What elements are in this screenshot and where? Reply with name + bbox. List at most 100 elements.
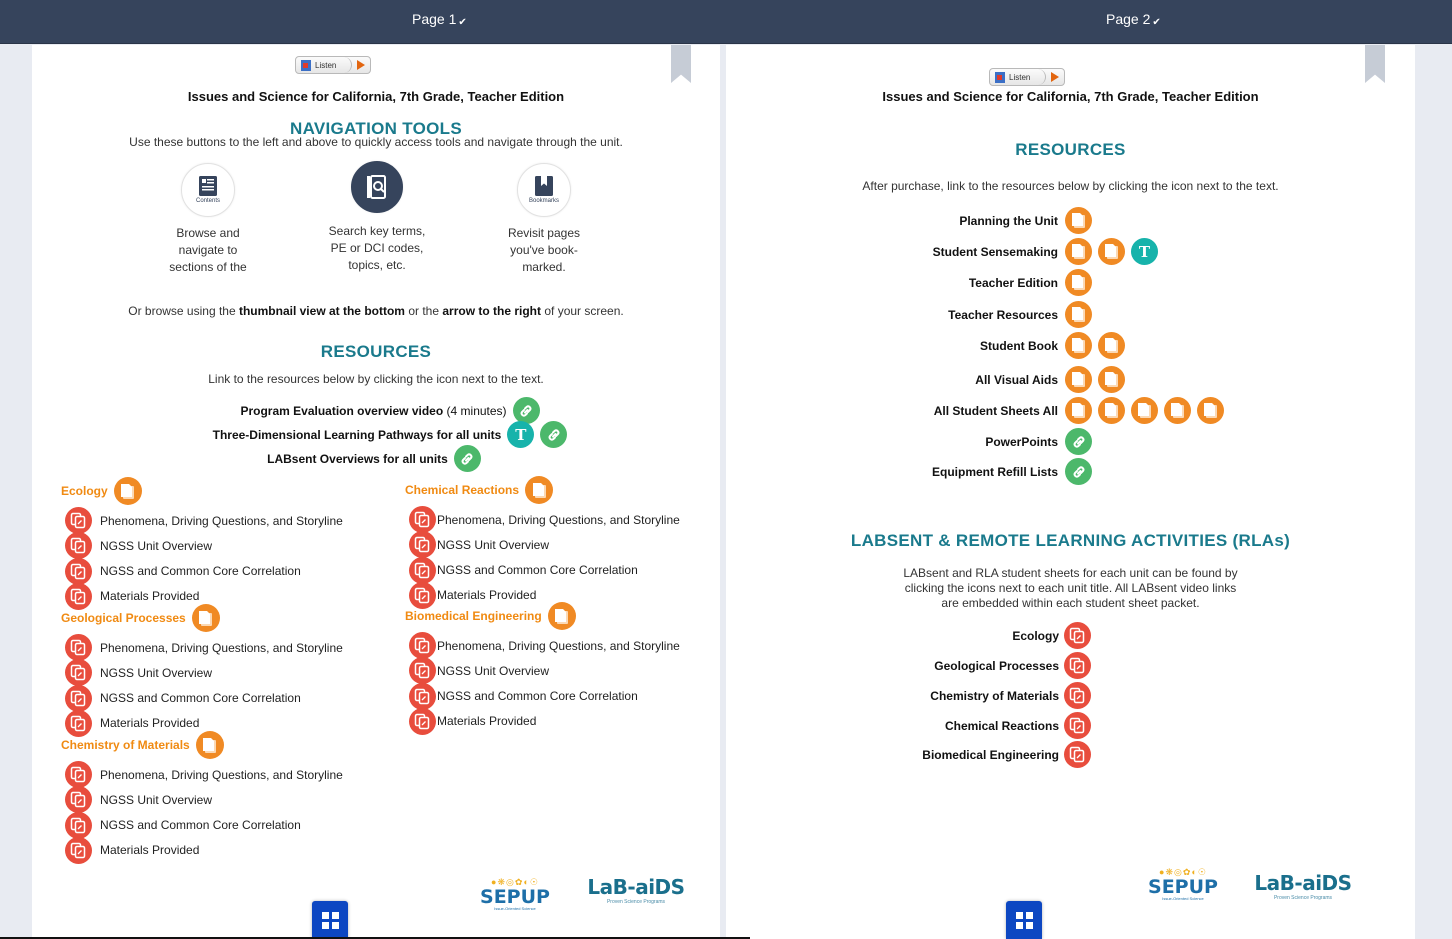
speaker-icon — [995, 71, 1005, 83]
student-sheet-icon[interactable] — [65, 634, 92, 661]
unit-resource-label: NGSS Unit Overview — [100, 665, 213, 680]
thumbnail-view-button[interactable] — [312, 901, 348, 939]
document-icon[interactable] — [1197, 397, 1224, 424]
resource-label: Equipment Refill Lists — [931, 464, 1058, 479]
labsent-unit-label: Chemistry of Materials — [930, 688, 1059, 703]
resource-label: Teacher Resources — [948, 307, 1058, 322]
teacher-resource-icon[interactable]: T — [507, 421, 535, 448]
resources-heading: RESOURCES — [1015, 140, 1126, 159]
link-icon[interactable] — [512, 397, 540, 424]
unit-resource-item: NGSS Unit Overview — [409, 531, 549, 559]
document-icon[interactable] — [1098, 332, 1125, 359]
document-title: Issues and Science for California, 7th G… — [187, 89, 565, 104]
document-icon[interactable] — [1065, 332, 1092, 359]
link-icon[interactable] — [1065, 458, 1092, 485]
link-icon[interactable] — [453, 445, 481, 472]
student-sheet-icon[interactable] — [1064, 741, 1091, 768]
student-sheet-icon[interactable] — [409, 632, 436, 659]
student-sheet-icon[interactable] — [65, 786, 92, 814]
unit-resource-label: NGSS and Common Core Correlation — [437, 689, 638, 704]
document-icon[interactable] — [195, 731, 224, 759]
document-icon[interactable] — [525, 476, 554, 504]
student-sheet-icon[interactable] — [1064, 622, 1091, 649]
resource-label: All Visual Aids — [975, 372, 1058, 387]
student-sheet-icon[interactable] — [1064, 652, 1091, 679]
unit-title[interactable]: Geological Processes — [61, 611, 186, 625]
student-sheet-icon[interactable] — [409, 531, 436, 559]
document-icon[interactable] — [1131, 397, 1158, 424]
bookmarks-button[interactable]: Bookmarks — [517, 163, 571, 217]
unit-resource-item: NGSS and Common Core Correlation — [65, 557, 301, 585]
listen-label: Listen — [1009, 72, 1031, 82]
student-sheet-icon[interactable] — [65, 532, 92, 560]
unit-title[interactable]: Ecology — [61, 484, 108, 498]
link-icon[interactable] — [540, 421, 568, 448]
unit-resource-label: NGSS and Common Core Correlation — [100, 691, 301, 706]
speaker-icon — [301, 59, 311, 71]
nav-tool-contents: Contents Browse and navigate to sections… — [143, 163, 273, 276]
unit-resource-label: NGSS and Common Core Correlation — [437, 563, 638, 578]
document-icon[interactable] — [1065, 301, 1092, 328]
student-sheet-icon[interactable] — [409, 707, 436, 735]
student-sheet-icon[interactable] — [65, 659, 92, 687]
document-icon[interactable] — [1065, 366, 1092, 393]
document-icon[interactable] — [1164, 397, 1191, 424]
bookmark-icon — [535, 176, 553, 196]
document-icon[interactable] — [1098, 397, 1125, 424]
listen-button[interactable]: Listen — [295, 56, 371, 74]
play-icon — [1051, 72, 1060, 82]
unit-heading: Biomedical Engineering — [405, 602, 576, 630]
link-icon[interactable] — [1065, 428, 1092, 455]
play-icon — [357, 60, 366, 70]
resources-intro: Link to the resources below by clicking … — [208, 372, 544, 386]
student-sheet-icon[interactable] — [65, 761, 92, 788]
bookmark-ribbon[interactable] — [671, 45, 691, 83]
student-sheet-icon[interactable] — [409, 506, 436, 533]
labsent-unit-row: Ecology — [729, 622, 1091, 649]
contents-button[interactable]: Contents — [181, 163, 235, 217]
thumbnail-view-button[interactable] — [1006, 901, 1042, 939]
search-button[interactable] — [351, 161, 403, 213]
document-icon[interactable] — [1098, 366, 1125, 393]
unit-title[interactable]: Chemical Reactions — [405, 483, 519, 497]
student-sheet-icon[interactable] — [409, 657, 436, 685]
labsent-heading: LABSENT & REMOTE LEARNING ACTIVITIES (RL… — [850, 531, 1291, 550]
document-icon[interactable] — [547, 602, 576, 630]
resource-link-row: LABsent Overviews for all units — [32, 445, 718, 472]
student-sheet-icon[interactable] — [65, 507, 92, 534]
page-2-selector[interactable]: Page 2 ✔ — [1106, 11, 1161, 28]
unit-heading: Chemical Reactions — [405, 476, 554, 504]
unit-title[interactable]: Biomedical Engineering — [405, 609, 542, 623]
document-icon[interactable] — [191, 604, 220, 632]
document-icon[interactable] — [1065, 238, 1092, 265]
document-icon[interactable] — [1098, 238, 1125, 265]
document-icon[interactable] — [1065, 397, 1092, 424]
listen-button[interactable]: Listen — [989, 68, 1065, 86]
document-icon[interactable] — [113, 477, 142, 505]
student-sheet-icon[interactable] — [409, 556, 436, 584]
unit-resource-item: NGSS Unit Overview — [65, 786, 213, 814]
student-sheet-icon[interactable] — [1064, 712, 1091, 739]
navigation-intro: Use these buttons to the left and above … — [129, 135, 623, 149]
unit-title[interactable]: Chemistry of Materials — [61, 738, 190, 752]
sepup-logo: ●❋◎✿◐☉ SEPUP Issue-Oriented Science — [1148, 867, 1218, 901]
unit-resource-label: NGSS Unit Overview — [100, 792, 213, 807]
teacher-resource-icon[interactable]: T — [1131, 238, 1158, 265]
bookmark-ribbon[interactable] — [1365, 45, 1385, 83]
document-icon[interactable] — [1065, 269, 1092, 296]
browse-instructions: Or browse using the thumbnail view at th… — [128, 304, 624, 318]
student-sheet-icon[interactable] — [65, 557, 92, 585]
unit-resource-item: Materials Provided — [409, 707, 536, 735]
student-sheet-icon[interactable] — [65, 811, 92, 839]
resource-row: Teacher Edition — [728, 269, 1092, 296]
labsent-unit-label: Biomedical Engineering — [922, 747, 1059, 762]
document-icon[interactable] — [1065, 207, 1092, 234]
page-1-selector[interactable]: Page 1 ✔ — [412, 11, 467, 28]
student-sheet-icon[interactable] — [65, 684, 92, 712]
student-sheet-icon[interactable] — [1064, 682, 1091, 709]
resources-heading: RESOURCES — [320, 342, 432, 361]
student-sheet-icon[interactable] — [65, 836, 92, 864]
student-sheet-icon[interactable] — [409, 682, 436, 710]
unit-resource-label: Phenomena, Driving Questions, and Storyl… — [437, 638, 680, 653]
resource-row: Student Book — [728, 332, 1125, 359]
